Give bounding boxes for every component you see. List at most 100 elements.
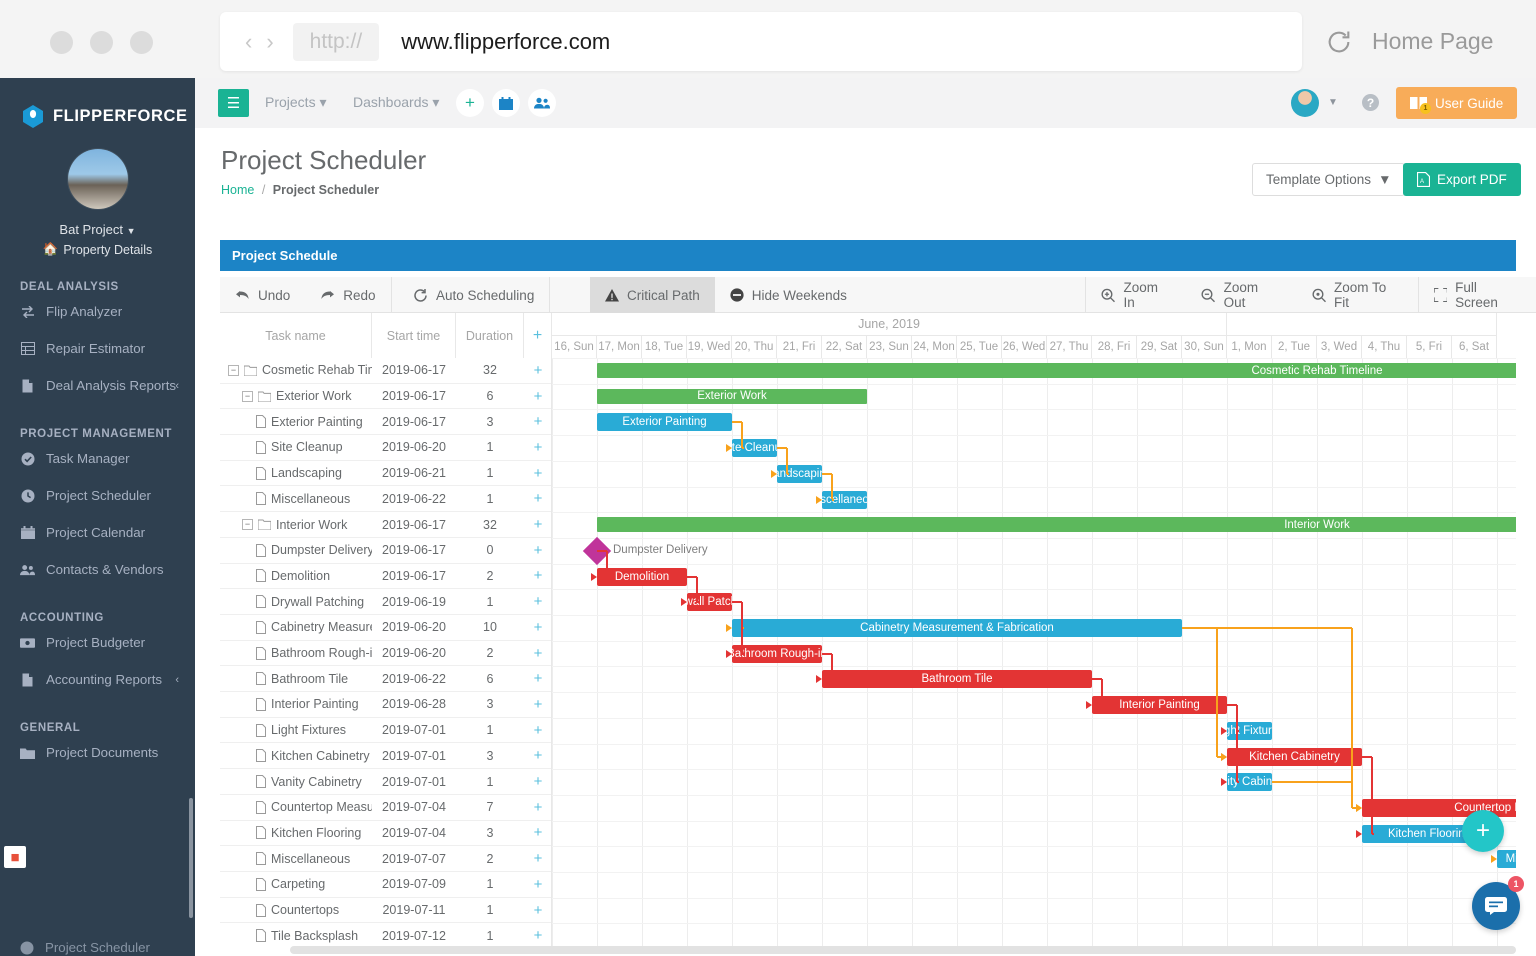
add-subtask-button[interactable]: +	[524, 413, 551, 430]
task-duration-cell[interactable]: 6	[456, 389, 524, 403]
task-duration-cell[interactable]: 1	[456, 723, 524, 737]
forward-icon[interactable]: ›	[259, 29, 280, 55]
sidebar-item-project-scheduler[interactable]: Project Scheduler	[0, 477, 195, 514]
table-row[interactable]: Landscaping 2019-06-21 1 +	[220, 461, 551, 487]
task-start-cell[interactable]: 2019-06-20	[372, 646, 456, 660]
task-name-cell[interactable]: Landscaping	[220, 461, 372, 486]
task-name-cell[interactable]: Bathroom Tile	[220, 666, 372, 691]
export-pdf-button[interactable]: A Export PDF	[1403, 163, 1521, 196]
column-header-duration[interactable]: Duration	[456, 313, 524, 358]
sidebar-item-contacts-vendors[interactable]: Contacts & Vendors	[0, 551, 195, 588]
table-row[interactable]: Kitchen Cabinetry 2019-07-01 3 +	[220, 744, 551, 770]
task-name-cell[interactable]: − Interior Work	[220, 512, 372, 537]
gantt-bar[interactable]: Site Cleanup	[732, 439, 777, 458]
add-subtask-button[interactable]: +	[524, 722, 551, 739]
task-duration-cell[interactable]: 10	[456, 620, 524, 634]
task-start-cell[interactable]: 2019-07-04	[372, 800, 456, 814]
add-subtask-button[interactable]: +	[524, 567, 551, 584]
gantt-bar[interactable]: Interior Work	[597, 517, 1516, 533]
gantt-bar[interactable]: Cabinetry Measurement & Fabrication	[732, 619, 1182, 637]
task-start-cell[interactable]: 2019-06-17	[372, 518, 456, 532]
add-column-button[interactable]: +	[524, 313, 552, 358]
task-start-cell[interactable]: 2019-06-22	[372, 492, 456, 506]
task-start-cell[interactable]: 2019-06-17	[372, 543, 456, 557]
caret-down-icon[interactable]: ▼	[1328, 97, 1338, 108]
sidebar-item-project-documents[interactable]: Project Documents	[0, 734, 195, 771]
gantt-bar[interactable]: Exterior Work	[597, 388, 867, 404]
task-duration-cell[interactable]: 32	[456, 518, 524, 532]
task-name-cell[interactable]: Interior Painting	[220, 692, 372, 717]
task-name-cell[interactable]: Bathroom Rough-in	[220, 641, 372, 666]
gantt-bar[interactable]: Light Fixtures	[1227, 721, 1272, 740]
calendar-button[interactable]	[492, 89, 520, 117]
sidebar-item-repair-estimator[interactable]: Repair Estimator	[0, 330, 195, 367]
sidebar-item-flip-analyzer[interactable]: Flip Analyzer	[0, 293, 195, 330]
task-name-cell[interactable]: Kitchen Cabinetry	[220, 744, 372, 769]
property-details-link[interactable]: 🏠 Property Details	[43, 242, 153, 257]
tree-collapse-toggle[interactable]: −	[242, 519, 253, 531]
gantt-bar[interactable]: Interior Painting	[1092, 696, 1227, 715]
table-row[interactable]: Interior Painting 2019-06-28 3 +	[220, 692, 551, 718]
task-start-cell[interactable]: 2019-07-11	[372, 903, 456, 917]
task-start-cell[interactable]: 2019-06-17	[372, 415, 456, 429]
task-duration-cell[interactable]: 32	[456, 363, 524, 377]
add-subtask-button[interactable]: +	[524, 362, 551, 379]
tree-collapse-toggle[interactable]: −	[242, 390, 253, 402]
brand[interactable]: FLIPPERFORCE	[0, 78, 195, 129]
gantt-bar[interactable]: Miscellaneous	[822, 490, 867, 509]
back-icon[interactable]: ‹	[238, 29, 259, 55]
add-subtask-button[interactable]: +	[524, 876, 551, 893]
redo-button[interactable]: Redo	[305, 277, 390, 313]
sidebar-item-deal-analysis-reports[interactable]: Deal Analysis Reports ‹	[0, 367, 195, 404]
task-duration-cell[interactable]: 1	[456, 877, 524, 891]
task-name-cell[interactable]: Countertops	[220, 898, 372, 923]
gantt-bar[interactable]: Demolition	[597, 567, 687, 586]
task-start-cell[interactable]: 2019-06-28	[372, 697, 456, 711]
task-start-cell[interactable]: 2019-07-04	[372, 826, 456, 840]
column-header-start-time[interactable]: Start time	[372, 313, 456, 358]
task-start-cell[interactable]: 2019-07-07	[372, 852, 456, 866]
task-start-cell[interactable]: 2019-06-22	[372, 672, 456, 686]
help-icon[interactable]: ?	[1362, 94, 1379, 111]
zoom-to-fit-button[interactable]: Zoom To Fit	[1297, 277, 1419, 313]
task-start-cell[interactable]: 2019-06-21	[372, 466, 456, 480]
task-duration-cell[interactable]: 3	[456, 826, 524, 840]
table-row[interactable]: Miscellaneous 2019-07-07 2 +	[220, 846, 551, 872]
table-row[interactable]: Exterior Painting 2019-06-17 3 +	[220, 409, 551, 436]
task-name-cell[interactable]: − Cosmetic Rehab Timeline	[220, 358, 372, 383]
window-minimize-dot[interactable]	[90, 31, 113, 54]
gantt-bar[interactable]: Bathroom Rough-in	[732, 644, 822, 663]
table-row[interactable]: Drywall Patching 2019-06-19 1 +	[220, 589, 551, 615]
table-row[interactable]: Dumpster Delivery 2019-06-17 0 +	[220, 538, 551, 564]
task-duration-cell[interactable]: 3	[456, 697, 524, 711]
add-subtask-button[interactable]: +	[524, 927, 551, 944]
undo-button[interactable]: Undo	[220, 277, 305, 313]
add-subtask-button[interactable]: +	[524, 799, 551, 816]
task-name-cell[interactable]: Exterior Painting	[220, 409, 372, 434]
table-row[interactable]: − Cosmetic Rehab Timeline2019-06-1732+	[220, 358, 551, 384]
task-start-cell[interactable]: 2019-07-01	[372, 723, 456, 737]
task-duration-cell[interactable]: 3	[456, 415, 524, 429]
gantt-bar[interactable]: Vanity Cabinetry	[1227, 773, 1272, 792]
task-duration-cell[interactable]: 3	[456, 749, 524, 763]
reload-icon[interactable]	[1325, 28, 1353, 56]
task-duration-cell[interactable]: 1	[456, 775, 524, 789]
gantt-bar[interactable]: Kitchen Cabinetry	[1227, 747, 1362, 766]
add-subtask-button[interactable]: +	[524, 747, 551, 764]
auto-scheduling-button[interactable]: Auto Scheduling	[398, 277, 549, 313]
project-avatar[interactable]	[67, 149, 128, 209]
breadcrumb-home[interactable]: Home	[221, 183, 254, 197]
menu-toggle-button[interactable]: ☰	[218, 89, 249, 117]
task-duration-cell[interactable]: 1	[456, 466, 524, 480]
window-close-dot[interactable]	[50, 31, 73, 54]
add-task-fab[interactable]: +	[1462, 810, 1504, 852]
task-duration-cell[interactable]: 7	[456, 800, 524, 814]
add-subtask-button[interactable]: +	[524, 516, 551, 533]
sidebar-item-task-manager[interactable]: Task Manager	[0, 440, 195, 477]
table-row[interactable]: Light Fixtures 2019-07-01 1 +	[220, 718, 551, 744]
task-duration-cell[interactable]: 2	[456, 852, 524, 866]
add-subtask-button[interactable]: +	[524, 645, 551, 662]
sidebar-item-accounting-reports[interactable]: Accounting Reports ‹	[0, 661, 195, 698]
table-row[interactable]: Carpeting 2019-07-09 1 +	[220, 872, 551, 898]
address-bar[interactable]: ‹ › http:// www.flipperforce.com	[220, 12, 1302, 71]
